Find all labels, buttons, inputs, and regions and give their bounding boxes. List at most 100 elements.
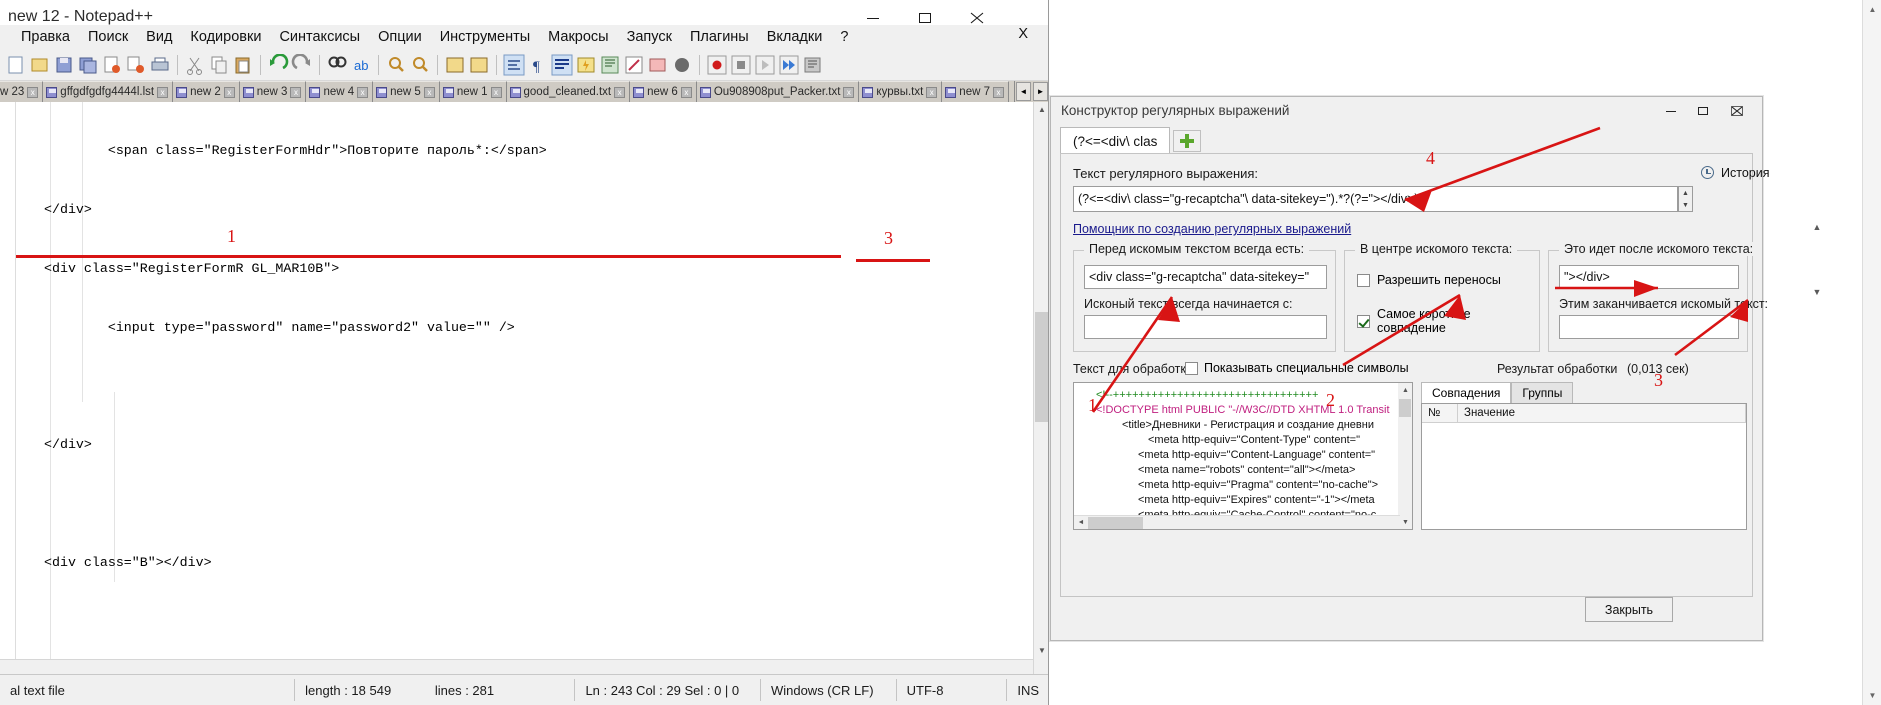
menu-item-makrosy[interactable]: Макросы — [539, 26, 617, 48]
tab-close-icon[interactable]: x — [926, 86, 938, 98]
panel-scroll-down-icon[interactable]: ▼ — [1810, 285, 1824, 299]
regex-tab[interactable]: (?<=<div\ clas — [1060, 127, 1171, 154]
document-tab[interactable]: курвы.txt x — [859, 81, 943, 102]
dialog-minimize-button[interactable] — [1656, 101, 1686, 121]
redo-icon[interactable] — [291, 52, 313, 76]
tab-close-icon[interactable]: x — [680, 86, 692, 98]
monitoring-icon[interactable] — [671, 54, 693, 76]
add-regex-tab-button[interactable] — [1173, 130, 1202, 152]
scroll-down-icon[interactable]: ▼ — [1400, 516, 1411, 528]
macro-save-icon[interactable] — [802, 54, 824, 76]
word-wrap-icon[interactable] — [503, 54, 525, 76]
panel-scroll-up-icon[interactable]: ▲ — [1810, 220, 1824, 234]
code-folding-column[interactable] — [16, 102, 41, 674]
menu-item-pravka[interactable]: Правка — [12, 26, 79, 48]
zoom-out-icon[interactable] — [409, 54, 431, 76]
process-vertical-scrollbar[interactable]: ▲ ▼ — [1398, 383, 1412, 529]
menu-item-zapusk[interactable]: Запуск — [618, 26, 681, 48]
dialog-maximize-button[interactable] — [1688, 101, 1718, 121]
tab-close-icon[interactable]: x — [992, 86, 1004, 98]
result-tab-groups[interactable]: Группы — [1511, 382, 1574, 404]
zoom-in-icon[interactable] — [385, 54, 407, 76]
scroll-up-icon[interactable]: ▲ — [1035, 102, 1048, 117]
replace-icon[interactable]: ab — [350, 54, 372, 76]
tab-close-icon[interactable]: x — [27, 86, 39, 98]
tab-scroll-right-icon[interactable]: ► — [1033, 82, 1048, 101]
after-text-input[interactable]: "></div> — [1559, 265, 1739, 289]
scroll-up-icon[interactable]: ▲ — [1400, 384, 1411, 396]
save-icon[interactable] — [53, 54, 75, 76]
regex-input-spinner[interactable]: ▲ ▼ — [1678, 186, 1693, 212]
tab-close-icon[interactable]: x — [223, 86, 235, 98]
editor-horizontal-scrollbar[interactable] — [0, 659, 1033, 674]
open-file-icon[interactable] — [29, 54, 51, 76]
tab-close-icon[interactable]: x — [614, 86, 626, 98]
menu-item-instrumenty[interactable]: Инструменты — [431, 26, 539, 48]
scrollbar-thumb[interactable] — [1088, 517, 1143, 529]
menu-item-vid[interactable]: Вид — [137, 26, 181, 48]
menu-item-sintaksisy[interactable]: Синтаксисы — [270, 26, 369, 48]
macro-play-multiple-icon[interactable] — [778, 54, 800, 76]
indent-guide-icon[interactable] — [551, 54, 573, 76]
history-label[interactable]: История — [1721, 166, 1769, 180]
tab-close-icon[interactable]: x — [357, 86, 369, 98]
allow-wrap-checkbox[interactable] — [1357, 273, 1370, 287]
show-special-chars-checkbox[interactable] — [1185, 361, 1198, 375]
show-all-characters-icon[interactable]: ¶ — [527, 54, 549, 76]
document-tab[interactable]: new 4 x — [306, 81, 374, 102]
regex-input[interactable]: (?<=<div\ class="g-recaptcha"\ data-site… — [1073, 186, 1678, 212]
show-special-chars-row[interactable]: Показывать специальные символы — [1185, 361, 1409, 375]
code-content[interactable]: <span class="RegisterFormHdr">Повторите … — [44, 102, 1044, 674]
code-editor[interactable]: <span class="RegisterFormHdr">Повторите … — [0, 102, 1048, 674]
macro-stop-icon[interactable] — [730, 54, 752, 76]
document-tab[interactable]: new 1 x — [439, 81, 507, 102]
outer-vertical-scrollbar[interactable]: ▲ ▼ — [1862, 0, 1881, 705]
menu-item-vkladki[interactable]: Вкладки — [758, 26, 832, 48]
close-all-files-icon[interactable] — [125, 54, 147, 76]
scroll-down-icon[interactable]: ▼ — [1865, 688, 1880, 703]
process-text-area[interactable]: <!--++++++++++++++++++++++++++++++++ <!D… — [1073, 382, 1413, 530]
new-file-icon[interactable] — [5, 54, 27, 76]
document-tab[interactable]: new 2 x — [173, 81, 240, 102]
close-file-icon[interactable] — [101, 54, 123, 76]
document-map-icon[interactable] — [599, 54, 621, 76]
tab-close-icon[interactable]: x — [423, 86, 435, 98]
document-tab[interactable]: Ou908908put_Packer.txt x — [696, 81, 860, 102]
document-tab[interactable]: good_cleaned.txt x — [506, 81, 631, 102]
spinner-up-icon[interactable]: ▲ — [1679, 187, 1692, 199]
user-defined-dialog-icon[interactable] — [575, 54, 597, 76]
tab-close-icon[interactable]: x — [490, 86, 502, 98]
tab-close-icon[interactable]: x — [843, 86, 855, 98]
shortest-match-checkbox[interactable] — [1357, 314, 1370, 328]
sync-scroll-horizontal-icon[interactable] — [468, 54, 490, 76]
menu-item-plaginy[interactable]: Плагины — [681, 26, 758, 48]
shortest-match-checkbox-row[interactable]: Самое короткое совпадение — [1357, 307, 1539, 335]
result-table[interactable]: № Значение — [1421, 403, 1747, 530]
scroll-left-icon[interactable]: ◄ — [1075, 517, 1087, 528]
document-tab[interactable]: new 6 x — [630, 81, 697, 102]
folder-as-workspace-icon[interactable] — [647, 54, 669, 76]
after-endswith-input[interactable] — [1559, 315, 1739, 339]
find-icon[interactable] — [326, 54, 348, 76]
document-tab[interactable]: new 7 x — [942, 81, 1009, 102]
scrollbar-thumb[interactable] — [1035, 312, 1048, 422]
sync-scroll-vertical-icon[interactable] — [444, 54, 466, 76]
copy-icon[interactable] — [208, 54, 230, 76]
scrollbar-thumb[interactable] — [1399, 399, 1411, 417]
dialog-close-action-button[interactable]: Закрыть — [1585, 597, 1673, 622]
paste-icon[interactable] — [232, 54, 254, 76]
menu-item-help[interactable]: ? — [831, 26, 857, 48]
dialog-close-button[interactable] — [1722, 101, 1752, 121]
cut-icon[interactable] — [184, 54, 206, 76]
before-text-input[interactable]: <div class="g-recaptcha" data-sitekey=" — [1084, 265, 1327, 289]
function-list-icon[interactable] — [623, 54, 645, 76]
document-tab[interactable]: new 5 x — [373, 81, 440, 102]
scroll-up-icon[interactable]: ▲ — [1865, 2, 1880, 17]
editor-vertical-scrollbar[interactable]: ▲ ▼ — [1033, 102, 1048, 674]
process-horizontal-scrollbar[interactable]: ◄ — [1074, 515, 1400, 529]
tab-close-icon[interactable]: x — [290, 86, 302, 98]
regex-helper-link[interactable]: Помощник по созданию регулярных выражени… — [1073, 222, 1351, 236]
result-tab-matches[interactable]: Совпадения — [1421, 382, 1512, 404]
save-all-icon[interactable] — [77, 54, 99, 76]
undo-icon[interactable] — [267, 52, 289, 76]
